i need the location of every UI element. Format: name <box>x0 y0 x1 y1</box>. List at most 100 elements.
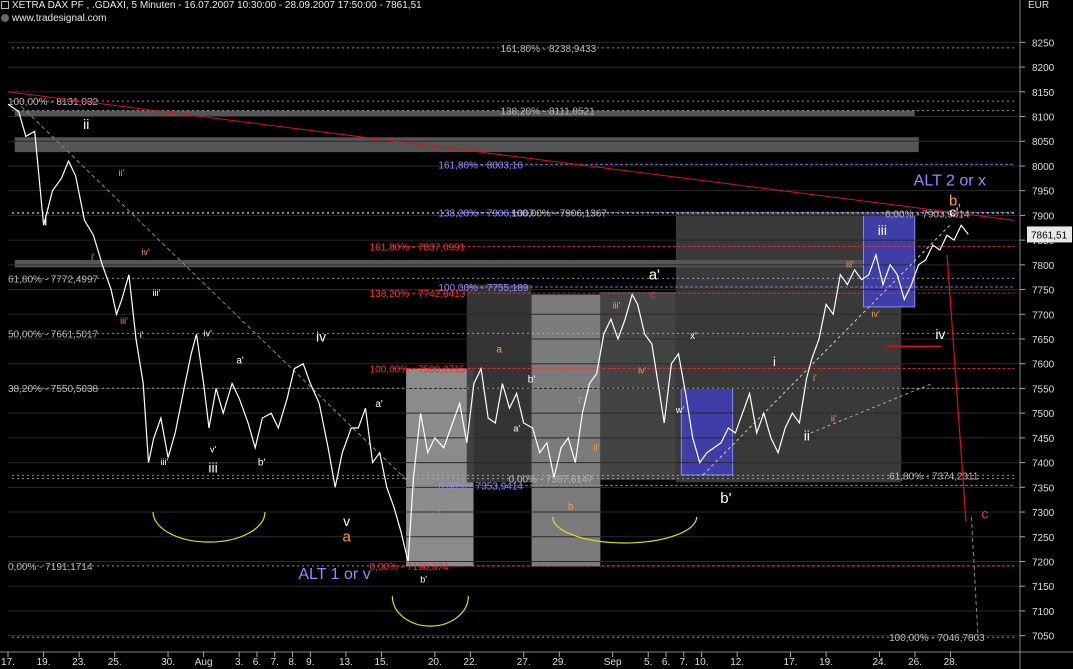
x-tick-label: 19. <box>819 657 833 668</box>
y-tick-label: 7800 <box>1032 261 1055 272</box>
x-tick-label: 23. <box>72 657 86 668</box>
wave-label: i <box>44 212 47 228</box>
x-tick-label: 6. <box>662 657 670 668</box>
x-tick-label: 22. <box>463 657 477 668</box>
wave-label: iii' <box>153 288 161 298</box>
wave-label: iii <box>208 459 217 475</box>
chart-title: XETRA DAX PF , .GDAXI, 5 Minuten - 16.07… <box>12 0 422 11</box>
wave-label: ii' <box>831 414 837 424</box>
currency-label: EUR <box>1028 0 1050 11</box>
fib-label: 0,00% - 7191,1714 <box>8 562 93 573</box>
x-tick-label: 27. <box>517 657 531 668</box>
x-tick-label: 25. <box>108 657 122 668</box>
x-tick-label: 5. <box>644 657 652 668</box>
y-tick-label: 8050 <box>1032 137 1055 148</box>
fib-label: 100,00% - 7906,1367 <box>511 208 607 219</box>
wave-label: c <box>981 505 988 521</box>
x-tick-label: 12. <box>730 657 744 668</box>
y-tick-label: 8000 <box>1032 162 1055 173</box>
x-tick-label: 8. <box>288 657 296 668</box>
wave-label: iii' <box>120 316 128 326</box>
chart-header: XETRA DAX PF , .GDAXI, 5 Minuten - 16.07… <box>0 0 1020 26</box>
x-tick-label: 6. <box>253 657 261 668</box>
y-tick-label: 7600 <box>1032 360 1055 371</box>
x-tick-label: 28. <box>944 657 958 668</box>
y-tick-label: 7950 <box>1032 187 1055 198</box>
y-tick-label: 7900 <box>1032 211 1055 222</box>
y-tick-label: 7400 <box>1032 459 1055 470</box>
y-tick-label: 7300 <box>1032 508 1055 519</box>
fib-label: 138,20% - 7742,8413 <box>370 289 466 300</box>
wave-label: iii' <box>613 300 621 310</box>
wave-label: ii' <box>593 443 599 453</box>
x-tick-label: Aug <box>195 657 213 668</box>
blue-zone-1 <box>680 387 734 476</box>
y-tick-label: 7650 <box>1032 335 1055 346</box>
fib-zone-7 <box>14 259 915 268</box>
wave-label: b' <box>528 375 536 386</box>
site-url: www.tradesignal.com <box>12 13 107 24</box>
y-tick-label: 7550 <box>1032 384 1055 395</box>
x-tick-label: 26. <box>908 657 922 668</box>
wave-label: i' <box>91 252 95 262</box>
x-tick-label: 17. <box>1 657 15 668</box>
y-tick-label: 7250 <box>1032 533 1055 544</box>
fib-label: 100,00% - 7046,7803 <box>889 633 985 644</box>
x-tick-label: 30. <box>161 657 175 668</box>
wave-label: v <box>343 513 350 529</box>
wave-label: iii' <box>846 259 854 269</box>
x-tick-label: 15. <box>375 657 389 668</box>
fib-label: 161,80% - 8238,9433 <box>501 44 597 55</box>
wave-label: a' <box>649 267 660 284</box>
wave-label: b' <box>720 490 731 507</box>
wave-label: iv' <box>142 247 150 257</box>
fib-label: 161,80% - 8003,16 <box>438 160 523 171</box>
fib-label: 38,20% - 7550,5038 <box>8 384 99 395</box>
wave-label: a' <box>513 423 520 433</box>
y-tick-label: 7750 <box>1032 286 1055 297</box>
y-tick-label: 7350 <box>1032 483 1055 494</box>
wave-label: ii <box>83 116 89 132</box>
wave-label: a' <box>375 399 383 410</box>
x-tick-label: 24. <box>872 657 886 668</box>
wave-label: w' <box>675 405 684 415</box>
y-tick-label: 8100 <box>1032 113 1055 124</box>
wave-label: v' <box>210 445 217 455</box>
y-tick-label: 7050 <box>1032 632 1055 643</box>
x-tick-label: 17. <box>784 657 798 668</box>
y-tick-label: 7200 <box>1032 557 1055 568</box>
wave-label: ALT 1 or v <box>298 566 370 583</box>
fib-label: 61,80% - 7772,4997 <box>8 274 99 285</box>
wave-label: iii <box>878 222 887 238</box>
x-tick-label: Sep <box>604 657 622 668</box>
wave-label: ii <box>804 427 810 443</box>
wave-label: i' <box>578 395 582 405</box>
fib-label: 61,80% - 7374,2311 <box>889 471 979 482</box>
x-tick-label: 19. <box>37 657 51 668</box>
wave-label: iv <box>316 328 326 344</box>
wave-label: iv' <box>872 309 880 319</box>
y-tick-label: 7150 <box>1032 582 1055 593</box>
fib-label: 0,00% - 7190,874 <box>370 562 449 573</box>
wave-label: x' <box>690 331 697 342</box>
wave-label: ii' <box>118 168 124 178</box>
wave-label: b' <box>258 458 266 469</box>
wave-label: iv' <box>638 366 646 376</box>
wave-label: a <box>496 344 502 355</box>
x-tick-label: 13. <box>339 657 353 668</box>
wave-label: iv' <box>204 329 212 339</box>
fib-label: 138,20% - 8111,8521 <box>501 107 596 118</box>
wave-label: iv <box>935 326 945 342</box>
fib-zone-2 <box>531 294 601 567</box>
wave-label: b <box>568 502 574 513</box>
price-chart[interactable]: 7050 7100 7150 7200 7250 7300 7350 7400 7450 7500… <box>0 0 1073 669</box>
window-icon <box>1 1 9 9</box>
wave-label: c' <box>949 204 958 219</box>
wave-label: iii' <box>161 457 169 467</box>
y-tick-label: 7450 <box>1032 434 1055 445</box>
wave-label: b' <box>420 575 427 585</box>
wave-label: a' <box>236 356 244 367</box>
fib-zone-6 <box>14 110 915 117</box>
fib-label: 100,00% - 8131,032 <box>8 97 99 108</box>
fib-label: 0,00% - 7353,9414 <box>438 481 523 492</box>
